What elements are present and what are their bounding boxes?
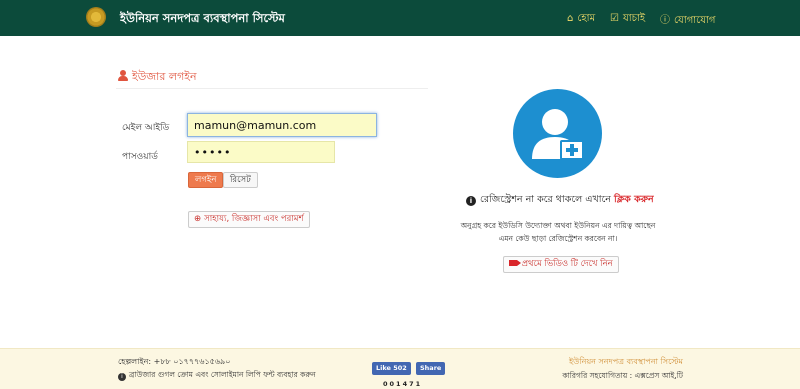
help-button[interactable]: ⊕ সাহায্য, জিজ্ঞাসা এবং পরামর্শ [188, 211, 310, 228]
footer-system-name: ইউনিয়ন সনদপত্র ব্যবস্থাপনা সিস্টেম [568, 357, 683, 366]
register-link[interactable]: ক্লিক করুন [614, 194, 654, 205]
brand-title[interactable]: ইউনিয়ন সনদপত্র ব্যবস্থাপনা সিস্টেম [120, 10, 285, 29]
heading-divider [116, 88, 428, 89]
union-emblem-icon [86, 7, 106, 27]
register-note-line2: এমন কেউ ছাড়া রেজিস্ট্রেশন করবেন না। [498, 234, 618, 243]
user-icon [118, 70, 128, 81]
register-prompt-text: রেজিস্ট্রেশন না করে থাকলে এখানে [480, 194, 611, 205]
facebook-like-button[interactable]: Like 502 [372, 362, 411, 375]
nav-home-link[interactable]: ⌂ হোম [567, 11, 595, 28]
email-label: মেইল আইডি [122, 123, 170, 133]
password-label: পাসওয়ার্ড [122, 152, 158, 162]
reset-button[interactable]: রিসেট [223, 172, 258, 188]
footer-browser-text: ব্রাউজার গুগল ক্রোম এবং সোলাইমান লিপি ফন… [129, 370, 316, 379]
nav-contact-label: যোগাযোগ [674, 15, 716, 26]
nav-check-label: যাচাই [622, 13, 646, 24]
footer-tech-support: কারিগরি সহযোগিতায় : এক্সপ্রেস আই,টি [562, 371, 683, 380]
register-note-line1: অনুগ্রহ করে ইউডিসি উদ্যোক্তা অথবা ইউনিয়… [460, 221, 656, 230]
info-icon: i [466, 196, 476, 206]
password-field[interactable] [187, 141, 335, 163]
email-field[interactable] [187, 113, 377, 137]
video-camera-icon [509, 260, 521, 266]
home-icon: ⌂ [567, 13, 574, 24]
login-button[interactable]: লগইন [188, 172, 224, 188]
avatar-graphic [532, 109, 584, 160]
nav-home-label: হোম [577, 13, 596, 24]
user-add-icon [513, 89, 602, 178]
top-navbar: ইউনিয়ন সনদপত্র ব্যবস্থাপনা সিস্টেম ⌂ হোম… [0, 0, 800, 36]
facebook-share-button[interactable]: Share [416, 362, 446, 375]
footer-helpline: হেল্পলাইন: +৮৮ ০১৭৭৭৬১৫৬৯০ [118, 357, 231, 366]
register-note: অনুগ্রহ করে ইউডিসি উদ্যোক্তা অথবা ইউনিয়… [458, 219, 658, 245]
lifebuoy-icon: ⊕ [194, 214, 202, 224]
register-prompt: i রেজিস্ট্রেশন না করে থাকলে এখানে ক্লিক ক… [466, 193, 654, 208]
check-square-icon: ☑ [610, 13, 619, 24]
nav-check-link[interactable]: ☑ যাচাই [610, 11, 645, 28]
footer-browser-note: i ব্রাউজার গুগল ক্রোম এবং সোলাইমান লিপি ফ… [118, 370, 316, 382]
info-icon: i [118, 373, 126, 381]
login-heading: ইউজার লগইন [118, 68, 197, 87]
login-title: ইউজার লগইন [132, 70, 197, 83]
help-button-label: সাহায্য, জিজ্ঞাসা এবং পরামর্শ [204, 214, 304, 224]
video-button-label: প্রথমে ভিডিও টি দেখে নিন [521, 259, 613, 269]
visitor-counter: 001471 [383, 380, 423, 388]
nav-contact-link[interactable]: ⓘ যোগাযোগ [660, 11, 715, 30]
info-circle-icon: ⓘ [660, 15, 670, 26]
video-button[interactable]: প্রথমে ভিডিও টি দেখে নিন [503, 256, 619, 273]
